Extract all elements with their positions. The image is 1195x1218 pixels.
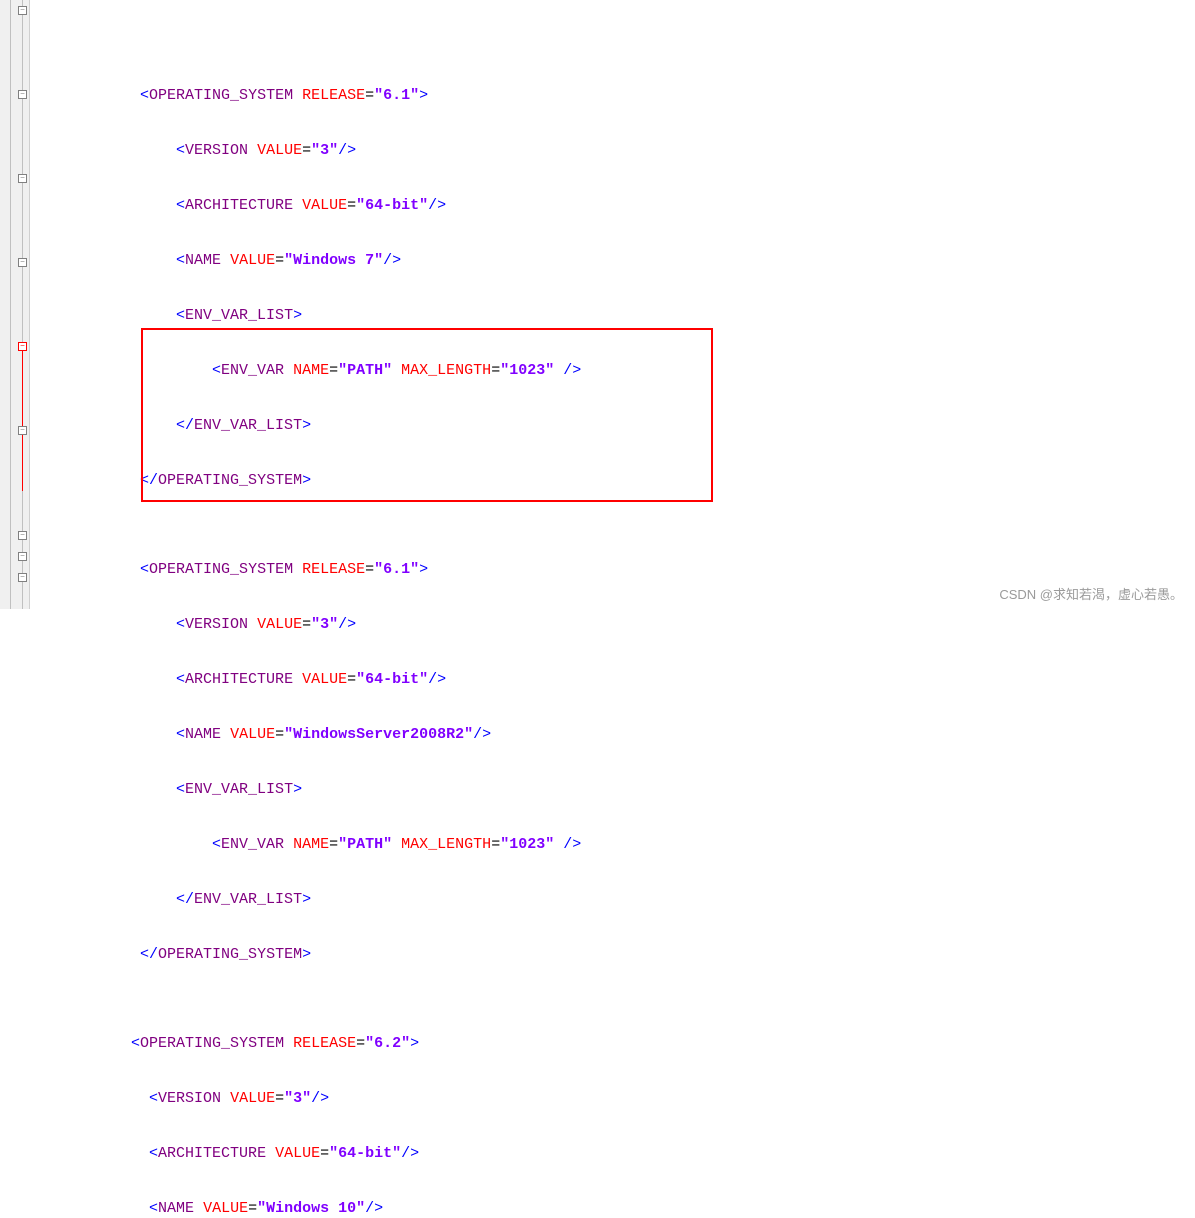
fold-icon[interactable] [18, 90, 27, 99]
fold-icon[interactable] [18, 258, 27, 267]
fold-icon[interactable] [18, 531, 27, 540]
fold-icon[interactable] [18, 573, 27, 582]
code-editor: <OPERATING_SYSTEM RELEASE="6.1"> <VERSIO… [0, 0, 1195, 609]
fold-icon[interactable] [18, 174, 27, 183]
gutter [0, 0, 30, 609]
code-area[interactable]: <OPERATING_SYSTEM RELEASE="6.1"> <VERSIO… [30, 0, 1195, 609]
fold-icon[interactable] [18, 426, 27, 435]
fold-icon-active[interactable] [18, 342, 27, 351]
watermark: CSDN @求知若渴，虚心若愚。 [999, 584, 1183, 603]
fold-icon[interactable] [18, 6, 27, 15]
fold-icon[interactable] [18, 552, 27, 561]
